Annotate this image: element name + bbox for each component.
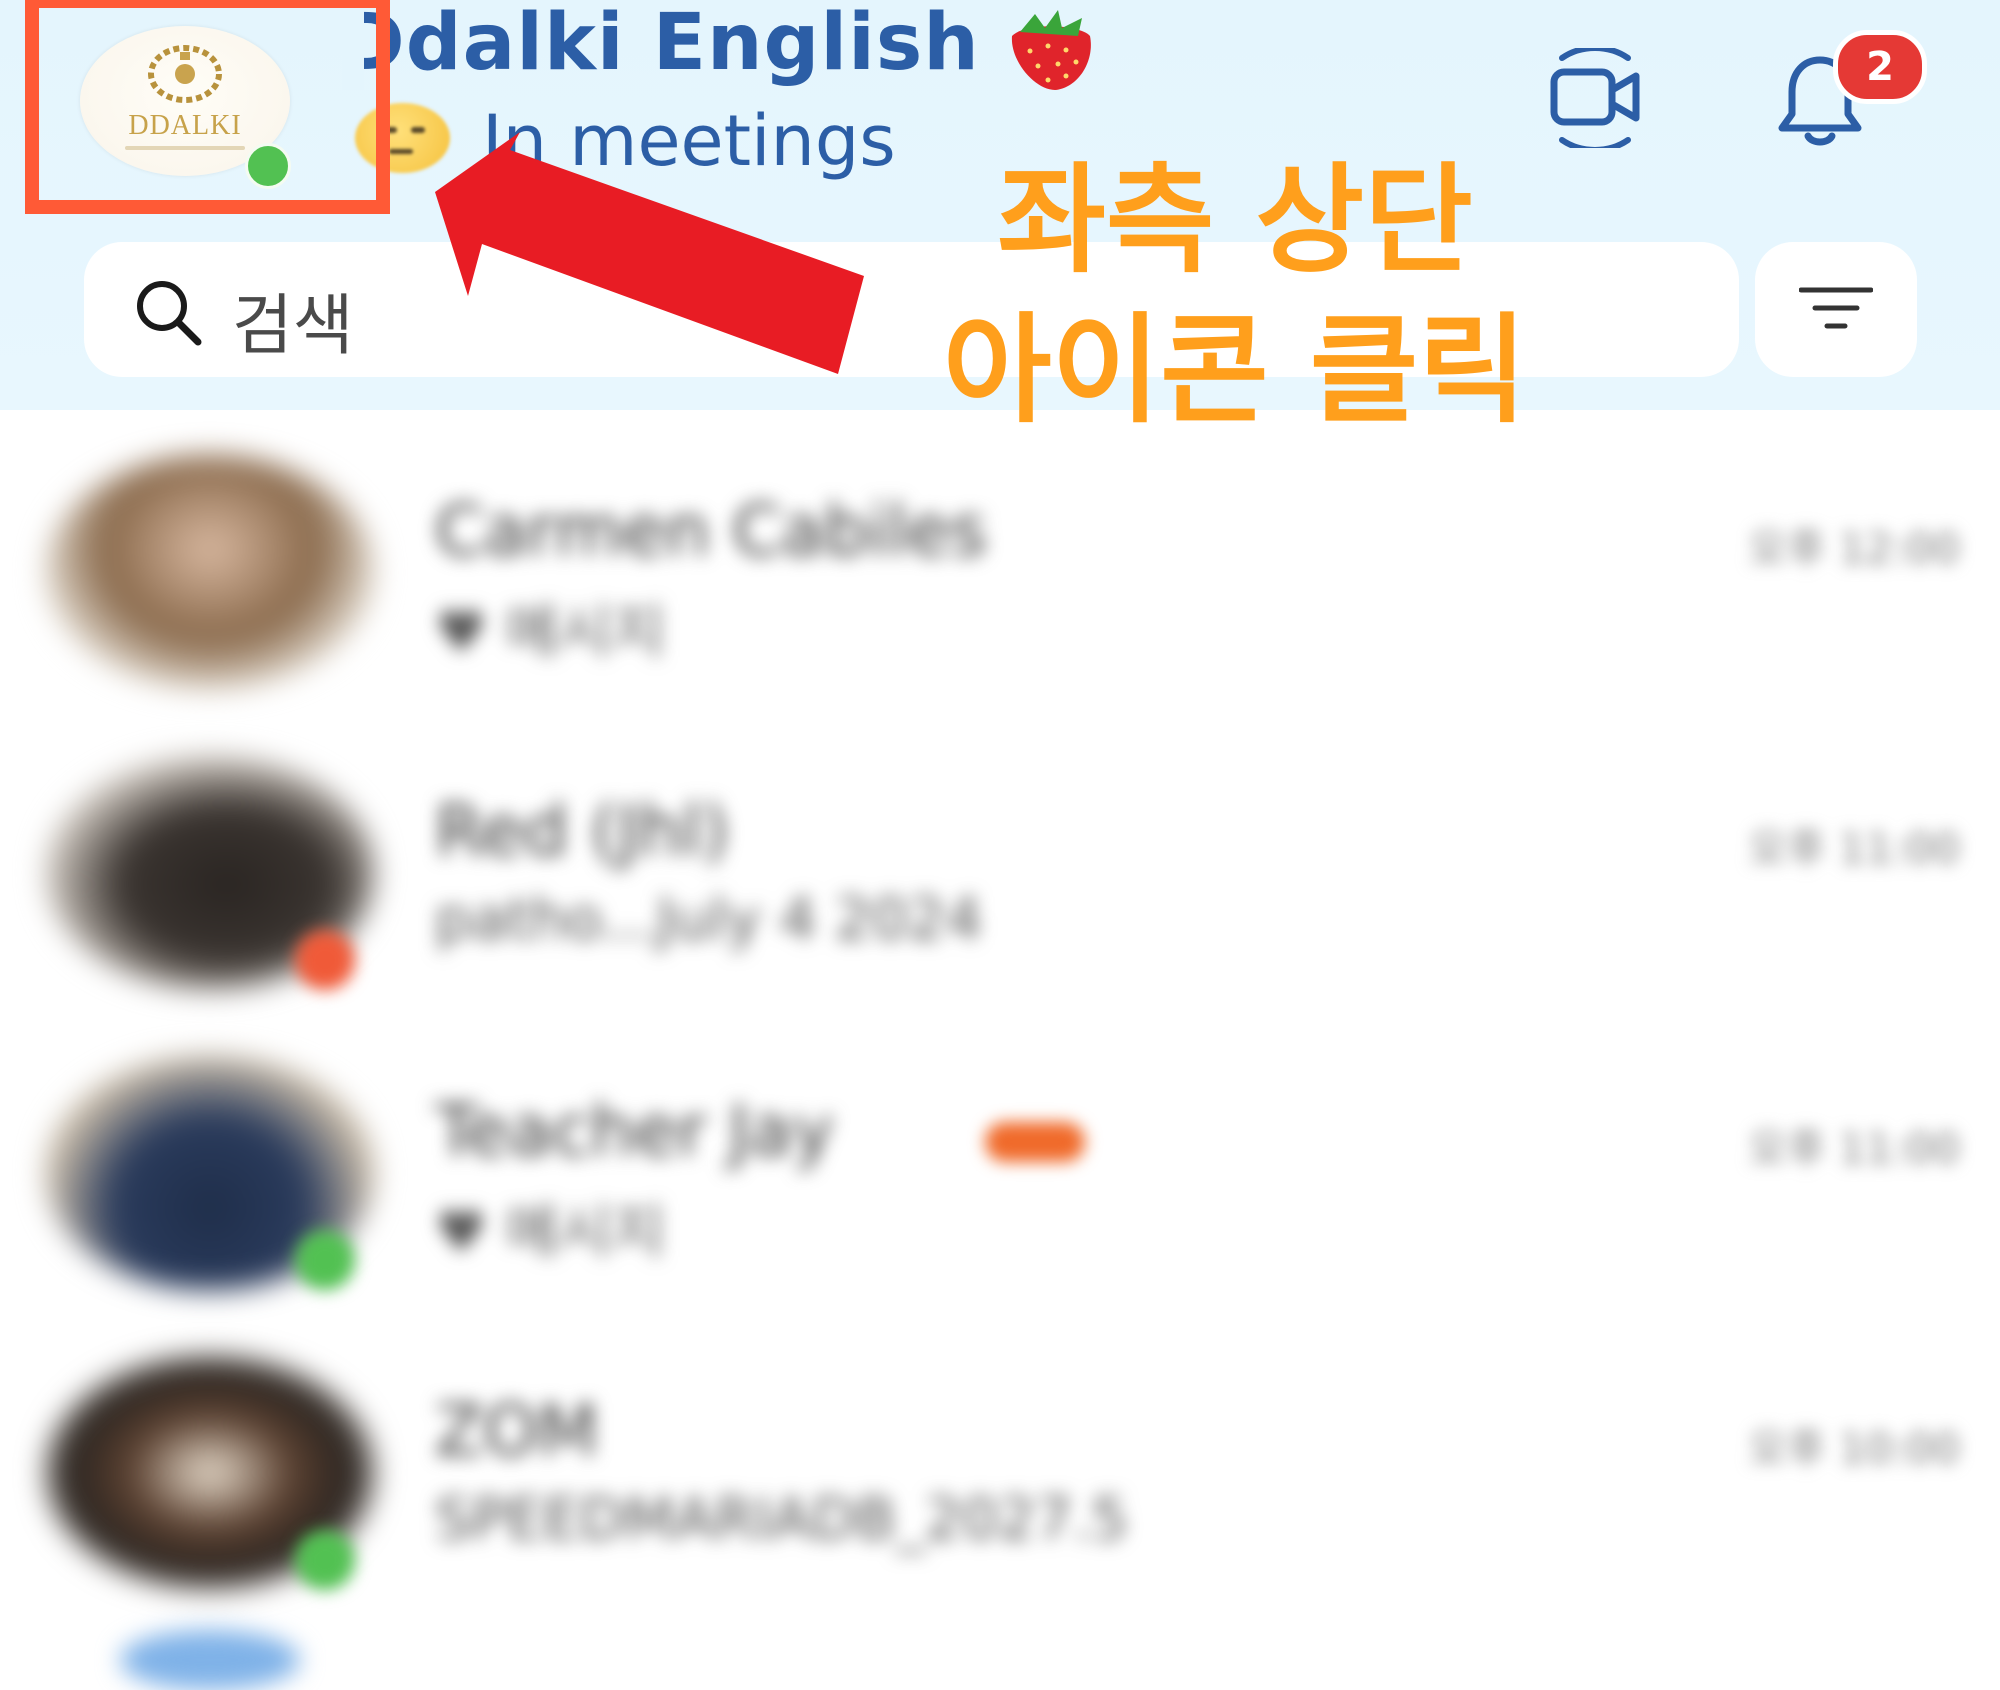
next-contact-avatar <box>120 1630 300 1690</box>
message-preview: ♥ 메시지 <box>435 598 666 666</box>
contact-name: Red (Jhl) <box>435 790 730 872</box>
message-time: 오후 11:00 <box>1748 1124 1960 1173</box>
contact-tag-badge <box>985 1122 1085 1162</box>
filter-button[interactable] <box>1755 242 1917 377</box>
status-dot <box>295 1530 355 1590</box>
filter-icon <box>1799 287 1873 329</box>
emoji-eye <box>411 127 425 133</box>
chat-list: Carmen Cabiles ♥ 메시지 오후 12:00 Red (Jhl) … <box>0 410 2000 1654</box>
account-name: Ddalki English <box>340 0 980 88</box>
search-icon <box>137 281 202 346</box>
message-time: 오후 10:00 <box>1748 1424 1960 1473</box>
strawberry-emoji-icon <box>1011 10 1091 90</box>
chat-list-item[interactable]: ZOM SPEEDMARIADB_2027.5 오후 10:00 <box>0 1310 2000 1610</box>
chat-list-item[interactable]: Teacher Jay ♥ 메시지 오후 11:00 <box>0 1010 2000 1310</box>
message-time: 오후 11:00 <box>1748 824 1960 873</box>
highlight-box <box>25 0 390 214</box>
contact-name: ZOM <box>435 1390 599 1472</box>
message-preview: patho...July 4 2024 <box>435 885 983 953</box>
contact-name: Carmen Cabiles <box>435 490 987 572</box>
status-dot <box>295 1230 355 1290</box>
status-dot <box>295 930 355 990</box>
click-instruction-annotation: 좌측 상단 아이콘 클릭 <box>915 145 1555 445</box>
video-meeting-icon[interactable] <box>1540 48 1650 148</box>
contact-avatar <box>45 455 375 690</box>
notification-badge: 2 <box>1833 30 1927 104</box>
presence-status-text[interactable]: In meetings <box>482 100 896 182</box>
message-time: 오후 12:00 <box>1748 524 1960 573</box>
chat-list-item[interactable]: Carmen Cabiles ♥ 메시지 오후 12:00 <box>0 410 2000 710</box>
search-placeholder: 검색 <box>232 287 354 364</box>
contact-name: Teacher Jay <box>435 1090 834 1172</box>
emoji-mouth <box>389 149 413 154</box>
annotation-line-1: 좌측 상단 <box>997 151 1473 289</box>
message-preview: ♥ 메시지 <box>435 1198 666 1266</box>
chat-list-item[interactable]: Red (Jhl) patho...July 4 2024 오후 11:00 <box>0 710 2000 1010</box>
message-preview: SPEEDMARIADB_2027.5 <box>435 1485 1128 1553</box>
